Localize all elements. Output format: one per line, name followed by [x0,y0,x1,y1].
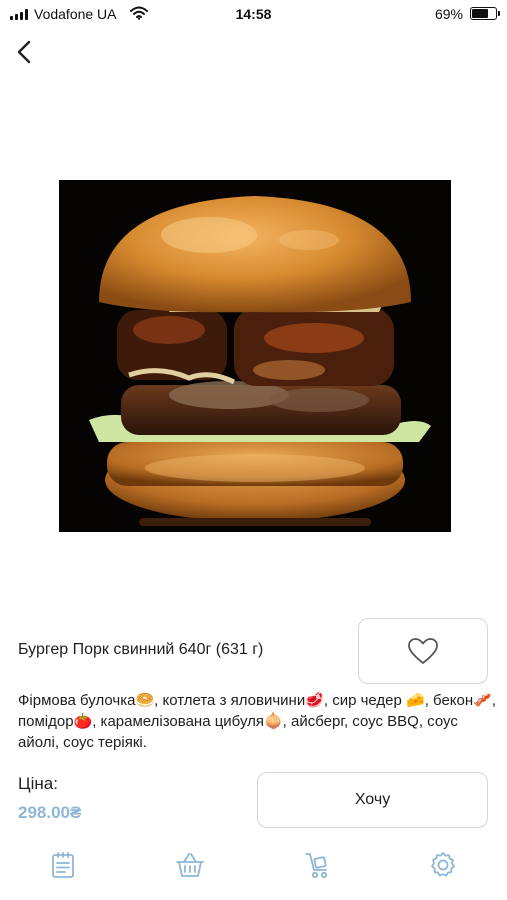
chevron-left-icon [17,40,31,64]
tab-settings[interactable] [426,848,460,882]
tab-basket[interactable] [173,848,207,882]
status-bar: Vodafone UA 14:58 69% [0,0,507,28]
price-label: Ціна: [18,774,58,793]
menu-list-icon [52,852,74,878]
favorite-button[interactable] [358,618,488,684]
basket-icon [176,853,204,877]
heart-icon [408,638,438,664]
price-value: 298.00₴ [18,803,82,822]
product-image [59,180,451,532]
order-button[interactable]: Хочу [257,772,488,828]
clock: 14:58 [235,6,272,22]
tab-menu[interactable] [46,848,80,882]
bottom-tab-bar [0,838,507,900]
delivery-cart-icon [305,853,328,879]
back-button[interactable] [10,36,40,68]
product-description: Фірмова булочка🥯, котлета з яловичини🥩, … [18,692,497,751]
battery-icon [470,7,500,20]
tab-delivery[interactable] [300,848,334,882]
settings-gear-icon [431,852,455,877]
product-title: Бургер Порк свинний 640г (631 г) [18,641,264,658]
battery-percentage: 69% [434,6,463,22]
